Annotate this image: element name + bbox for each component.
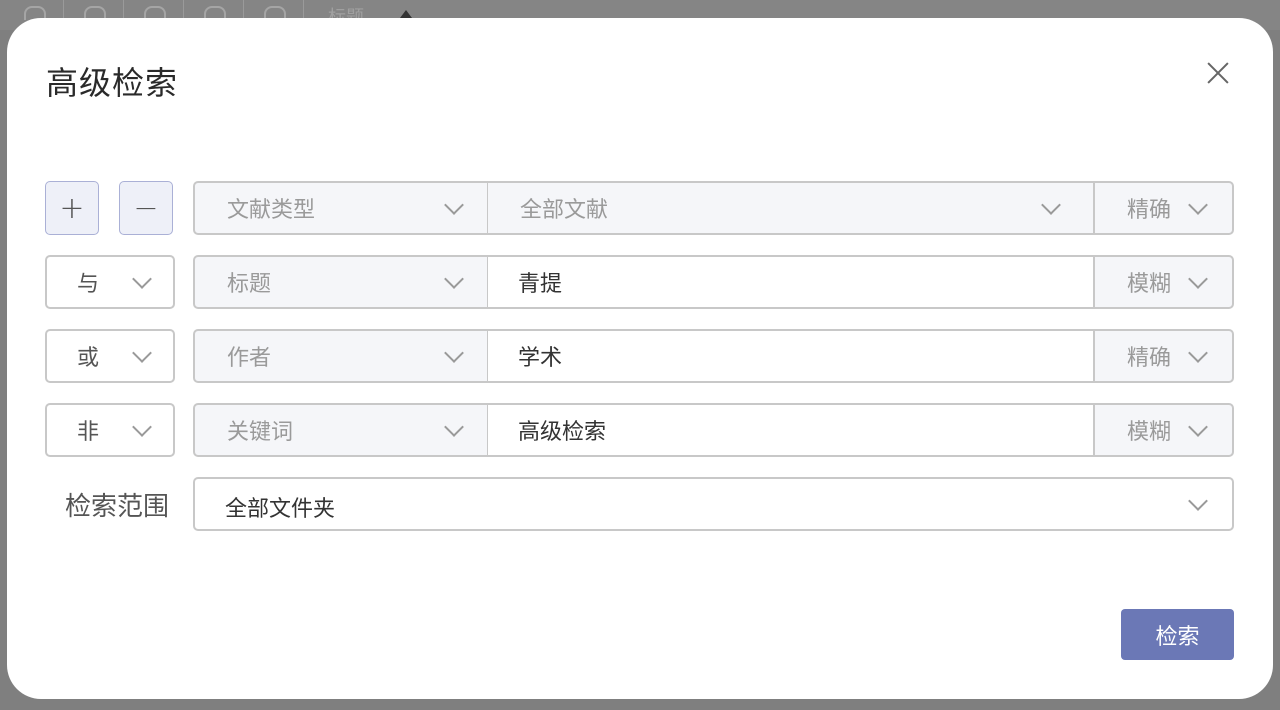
remove-condition-button[interactable]: − <box>119 181 173 235</box>
condition-row: 标题 模糊 <box>193 255 1234 309</box>
logic-operator-label: 与 <box>77 272 100 297</box>
field-select[interactable]: 关键词 <box>193 403 489 457</box>
match-mode-select[interactable]: 模糊 <box>1093 255 1234 309</box>
logic-operator-select[interactable]: 非 <box>45 403 175 457</box>
search-term-input[interactable] <box>518 267 1058 297</box>
field-select[interactable]: 文献类型 <box>193 181 489 235</box>
logic-operator-select[interactable]: 或 <box>45 329 175 383</box>
condition-row: 关键词 模糊 <box>193 403 1234 457</box>
chevron-down-icon <box>1188 417 1208 437</box>
chevron-down-icon <box>132 417 152 437</box>
chevron-down-icon <box>132 269 152 289</box>
field-select-label: 关键词 <box>227 420 294 445</box>
close-icon[interactable] <box>1205 60 1231 86</box>
add-condition-button[interactable]: + <box>45 181 99 235</box>
logic-operator-select[interactable]: 与 <box>45 255 175 309</box>
match-mode-select[interactable]: 精确 <box>1093 329 1234 383</box>
chevron-down-icon <box>444 195 464 215</box>
search-scope-label: 检索范围 <box>65 492 170 522</box>
search-term-input[interactable] <box>518 341 1058 371</box>
match-mode-select[interactable]: 精确 <box>1093 181 1234 235</box>
match-mode-label: 精确 <box>1127 198 1172 223</box>
advanced-search-dialog: 高级检索 + − 文献类型 全部文献 精确 与 标题 模糊 <box>7 18 1273 699</box>
condition-row: 作者 精确 <box>193 329 1234 383</box>
search-scope-value: 全部文件夹 <box>225 497 336 522</box>
search-scope-select[interactable]: 全部文件夹 <box>193 477 1234 531</box>
doctype-value-label: 全部文献 <box>520 198 609 223</box>
chevron-down-icon <box>1188 343 1208 363</box>
logic-operator-label: 或 <box>77 346 100 371</box>
search-term-input[interactable] <box>518 415 1058 445</box>
chevron-down-icon <box>1041 195 1061 215</box>
match-mode-label: 模糊 <box>1127 420 1172 445</box>
search-term-field[interactable] <box>487 329 1095 383</box>
chevron-down-icon <box>1188 195 1208 215</box>
chevron-down-icon <box>444 417 464 437</box>
chevron-down-icon <box>132 343 152 363</box>
match-mode-label: 模糊 <box>1127 272 1172 297</box>
match-mode-label: 精确 <box>1127 346 1172 371</box>
field-select-label: 标题 <box>227 272 272 297</box>
sort-up-icon <box>400 10 412 18</box>
search-term-field[interactable] <box>487 403 1095 457</box>
field-select-label: 文献类型 <box>227 198 316 223</box>
chevron-down-icon <box>444 269 464 289</box>
search-button[interactable]: 检索 <box>1121 609 1234 660</box>
field-select[interactable]: 作者 <box>193 329 489 383</box>
chevron-down-icon <box>1188 269 1208 289</box>
field-select-label: 作者 <box>227 346 272 371</box>
match-mode-select[interactable]: 模糊 <box>1093 403 1234 457</box>
dialog-title: 高级检索 <box>46 64 179 102</box>
doctype-value-select[interactable]: 全部文献 <box>487 181 1095 235</box>
field-select[interactable]: 标题 <box>193 255 489 309</box>
logic-operator-label: 非 <box>77 420 100 445</box>
chevron-down-icon <box>1188 491 1208 511</box>
condition-row-doctype: 文献类型 全部文献 精确 <box>193 181 1234 235</box>
search-term-field[interactable] <box>487 255 1095 309</box>
chevron-down-icon <box>444 343 464 363</box>
